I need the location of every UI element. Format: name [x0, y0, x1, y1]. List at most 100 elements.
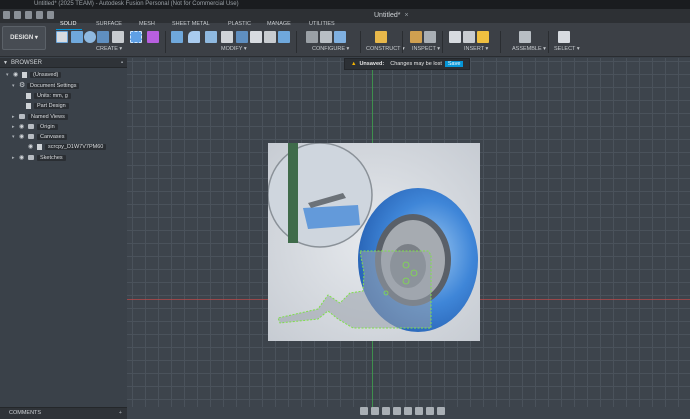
form-icon[interactable] — [130, 31, 142, 43]
workspace-switcher-button[interactable]: DESIGN ▾ — [2, 26, 46, 50]
offset-plane-icon[interactable] — [375, 31, 387, 43]
window-title-bar: Untitled* (2025 TEAM) - Autodesk Fusion … — [0, 0, 690, 9]
group-construct[interactable]: CONSTRUCT ▾ — [366, 46, 405, 52]
interference-icon[interactable] — [424, 31, 436, 43]
derive-icon[interactable] — [147, 31, 159, 43]
browser-item-canvases[interactable]: ▾ ◉ Canvases — [12, 133, 68, 142]
collapse-arrow-icon[interactable]: ▼ — [3, 58, 8, 68]
group-select[interactable]: SELECT ▾ — [554, 46, 580, 52]
group-create[interactable]: CREATE ▾ — [96, 46, 122, 52]
visibility-eye-icon[interactable]: ◉ — [19, 123, 28, 132]
expand-caret-icon[interactable]: ▸ — [12, 113, 19, 122]
unsaved-message: Changes may be lost — [390, 61, 442, 67]
navigation-bar — [360, 405, 445, 417]
display-settings-icon[interactable] — [415, 407, 423, 415]
configure-icon[interactable] — [334, 31, 346, 43]
browser-item-sketches[interactable]: ▸ ◉ Sketches — [12, 154, 66, 163]
new-sketch-icon[interactable] — [56, 31, 68, 43]
visibility-eye-icon[interactable]: ◉ — [28, 143, 37, 152]
grid-menu-icon[interactable] — [3, 11, 10, 19]
revolve-icon[interactable] — [84, 31, 96, 43]
insert-canvas-icon[interactable] — [477, 31, 489, 43]
tab-solid[interactable]: SOLID — [60, 21, 77, 27]
visibility-eye-icon[interactable]: ◉ — [13, 71, 22, 80]
sweep-icon[interactable] — [97, 31, 109, 43]
browser-item-named-views[interactable]: ▸ Named Views — [12, 113, 68, 122]
shell-icon[interactable] — [221, 31, 233, 43]
fillet-icon[interactable] — [188, 31, 200, 43]
browser-item-part-design[interactable]: Part Design — [26, 102, 69, 111]
visibility-eye-icon[interactable]: ◉ — [19, 154, 28, 163]
window-title: Untitled* (2025 TEAM) - Autodesk Fusion … — [34, 1, 239, 7]
divider — [442, 31, 443, 53]
divider — [360, 31, 361, 53]
save-icon[interactable] — [25, 11, 32, 19]
browser-root[interactable]: ▾ ◉ (Unsaved) — [6, 71, 62, 80]
group-assemble[interactable]: ASSEMBLE ▾ — [512, 46, 546, 52]
tab-mesh[interactable]: MESH — [139, 21, 155, 27]
folder-icon — [28, 124, 34, 130]
panel-collapse-icon[interactable]: ▪ — [121, 58, 123, 68]
insert-derive-icon[interactable] — [449, 31, 461, 43]
fit-icon[interactable] — [404, 407, 412, 415]
expand-caret-icon[interactable]: ▾ — [12, 133, 19, 142]
save-button[interactable]: Save — [444, 61, 464, 67]
browser-item-document-settings[interactable]: ▾ ⚙ Document Settings — [12, 81, 80, 91]
measure-icon[interactable] — [410, 31, 422, 43]
canvas-reference-image[interactable] — [268, 143, 480, 341]
browser-item-units[interactable]: Units: mm, g — [26, 92, 71, 101]
grid-settings-icon[interactable] — [426, 407, 434, 415]
expand-caret-icon[interactable]: ▾ — [12, 82, 19, 91]
tab-sheet-metal[interactable]: SHEET METAL — [172, 21, 210, 27]
align-icon[interactable] — [250, 31, 262, 43]
table-icon[interactable] — [320, 31, 332, 43]
file-icon[interactable] — [14, 11, 21, 19]
extrude-icon[interactable] — [71, 31, 83, 43]
browser-header[interactable]: ▼ BROWSER ▪ — [0, 58, 127, 68]
browser-item-label: scrcpy_D1W7V7PM60 — [45, 144, 107, 150]
tab-plastic[interactable]: PLASTIC — [228, 21, 251, 27]
split-icon[interactable] — [278, 31, 290, 43]
combine-icon[interactable] — [236, 31, 248, 43]
group-insert[interactable]: INSERT ▾ — [464, 46, 488, 52]
parameters-icon[interactable] — [306, 31, 318, 43]
component-icon — [22, 71, 27, 78]
expand-caret-icon[interactable]: ▸ — [12, 154, 19, 163]
redo-icon[interactable] — [47, 11, 54, 19]
add-comment-icon[interactable]: + — [119, 408, 122, 419]
chamfer-icon[interactable] — [205, 31, 217, 43]
move-icon[interactable] — [264, 31, 276, 43]
new-component-icon[interactable] — [519, 31, 531, 43]
tab-surface[interactable]: SURFACE — [96, 21, 122, 27]
folder-icon — [28, 134, 34, 140]
decal-icon[interactable] — [463, 31, 475, 43]
divider — [165, 31, 166, 53]
undo-icon[interactable] — [36, 11, 43, 19]
press-pull-icon[interactable] — [171, 31, 183, 43]
group-inspect[interactable]: INSPECT ▾ — [412, 46, 440, 52]
group-modify[interactable]: MODIFY ▾ — [221, 46, 247, 52]
visibility-eye-icon[interactable]: ◉ — [19, 133, 28, 142]
divider — [548, 31, 549, 53]
pan-icon[interactable] — [382, 407, 390, 415]
browser-item-label: Part Design — [34, 103, 69, 109]
tab-utilities[interactable]: UTILITIES — [309, 21, 335, 27]
expand-caret-icon[interactable]: ▸ — [12, 123, 19, 132]
browser-item-label: Named Views — [28, 114, 68, 120]
close-tab-icon[interactable]: × — [404, 12, 408, 19]
expand-caret-icon[interactable]: ▾ — [6, 71, 13, 80]
zoom-icon[interactable] — [393, 407, 401, 415]
browser-item-origin[interactable]: ▸ ◉ Origin — [12, 123, 58, 132]
browser-item-canvas-image[interactable]: ◉ scrcpy_D1W7V7PM60 — [28, 143, 107, 152]
box-icon[interactable] — [112, 31, 124, 43]
divider — [296, 31, 297, 53]
select-icon[interactable] — [558, 31, 570, 43]
orbit-icon[interactable] — [360, 407, 368, 415]
look-at-icon[interactable] — [371, 407, 379, 415]
document-tab[interactable]: Untitled* × — [374, 9, 409, 23]
viewports-icon[interactable] — [437, 407, 445, 415]
group-configure[interactable]: CONFIGURE ▾ — [312, 46, 349, 52]
folder-icon — [19, 114, 25, 120]
comments-panel[interactable]: COMMENTS + — [0, 407, 127, 419]
tab-manage[interactable]: MANAGE — [267, 21, 291, 27]
